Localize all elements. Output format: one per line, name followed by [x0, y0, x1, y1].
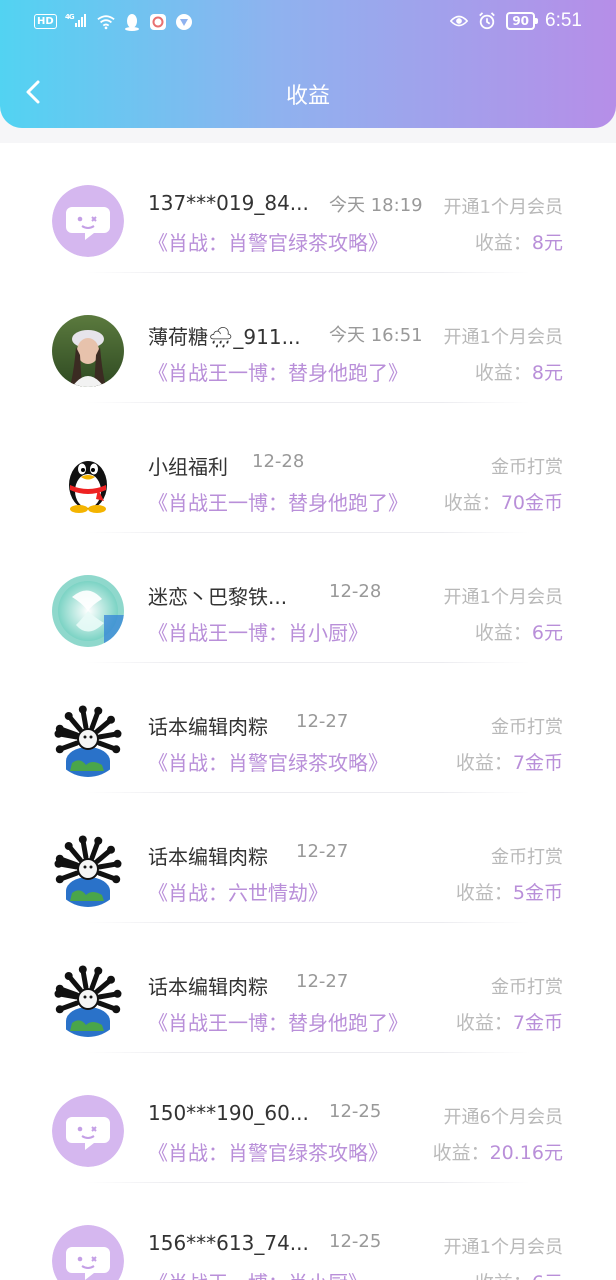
earning-amount: 收益：7金币	[456, 748, 563, 775]
alarm-icon	[478, 12, 496, 30]
avatar[interactable]	[52, 835, 124, 907]
earning-value: 70金币	[500, 492, 563, 514]
svg-text:4G: 4G	[65, 13, 75, 21]
user-name: 156***613_74...	[148, 1231, 309, 1255]
timestamp: 12-27	[296, 971, 349, 992]
user-name: 话本编辑肉粽	[148, 715, 268, 739]
battery-indicator: 90	[506, 12, 538, 30]
earning-type: 开通1个月会员	[443, 197, 563, 218]
clock: 6:51	[545, 10, 582, 31]
earning-amount: 收益：6元	[475, 618, 563, 645]
earning-row[interactable]: 薄荷糖🌧_911... 今天 16:51 开通1个月会员《肖战王一博：替身他跑了》 收…	[0, 273, 616, 403]
timestamp: 今天 16:51	[329, 325, 423, 346]
avatar[interactable]	[52, 575, 124, 647]
app-icon	[175, 13, 193, 31]
user-name: 137***019_84...	[148, 191, 309, 215]
signal-icon: 4G	[65, 12, 89, 31]
timestamp: 12-25	[329, 1101, 382, 1122]
earning-type: 开通1个月会员	[443, 1237, 563, 1258]
earning-value: 7金币	[512, 1012, 563, 1034]
earning-value: 8元	[531, 232, 563, 254]
page-title: 收益	[285, 84, 330, 109]
earning-amount: 收益：5金币	[456, 878, 563, 905]
earning-type: 开通1个月会员	[443, 587, 563, 608]
earning-row[interactable]: 迷恋丶巴黎铁... 12-28 开通1个月会员《肖战王一博：肖小厨》 收益：6元	[0, 533, 616, 663]
earning-row[interactable]: 150***190_60... 12-25 开通6个月会员《肖战：肖警官绿茶攻略》 收…	[0, 1053, 616, 1183]
earning-value: 20.16元	[489, 1142, 563, 1164]
earning-label: 收益：	[443, 492, 501, 514]
earning-row[interactable]: 话本编辑肉粽 12-27 金币打赏《肖战王一博：替身他跑了》 收益：7金币	[0, 923, 616, 1053]
story-title[interactable]: 《肖战：肖警官绿茶攻略》	[148, 1137, 388, 1166]
earning-label: 收益：	[474, 362, 532, 384]
earning-value: 6元	[532, 1272, 563, 1280]
status-bar: HD 4G 90 6:51	[0, 0, 616, 46]
earning-label: 收益：	[474, 232, 532, 254]
earning-label: 收益：	[475, 1272, 532, 1280]
earning-label: 收益：	[474, 622, 532, 644]
story-title[interactable]: 《肖战：六世情劫》	[148, 877, 328, 906]
earning-row[interactable]: 小组福利 12-28 金币打赏《肖战王一博：替身他跑了》 收益：70金币	[0, 403, 616, 533]
earning-row[interactable]: 137***019_84... 今天 18:19 开通1个月会员《肖战：肖警官绿茶攻…	[0, 143, 616, 273]
earning-row[interactable]: 话本编辑肉粽 12-27 金币打赏《肖战：六世情劫》 收益：5金币	[0, 793, 616, 923]
earning-type: 金币打赏	[491, 717, 563, 738]
user-name: 小组福利	[148, 455, 228, 479]
timestamp: 12-28	[252, 451, 305, 472]
eye-icon	[450, 12, 469, 30]
wifi-icon	[97, 13, 115, 31]
avatar[interactable]	[52, 705, 124, 777]
earning-type: 开通1个月会员	[443, 327, 563, 348]
earnings-list: 137***019_84... 今天 18:19 开通1个月会员 《肖战：肖警官绿茶攻…	[0, 143, 616, 1280]
earning-type: 开通6个月会员	[443, 1107, 563, 1128]
timestamp: 12-27	[296, 841, 349, 862]
avatar[interactable]	[52, 445, 124, 517]
earning-amount: 收益：8元	[475, 228, 563, 255]
avatar[interactable]	[52, 185, 124, 257]
earning-row[interactable]: 话本编辑肉粽 12-27 金币打赏《肖战：肖警官绿茶攻略》 收益：7金币	[0, 663, 616, 793]
story-title[interactable]: 《肖战：肖警官绿茶攻略》	[148, 747, 388, 776]
story-title[interactable]: 《肖战王一博：肖小厨》	[148, 617, 368, 646]
user-name: 150***190_60...	[148, 1101, 309, 1125]
user-name: 话本编辑肉粽	[148, 975, 268, 999]
earning-type: 金币打赏	[491, 977, 563, 998]
nav-bar: 收益	[0, 60, 616, 124]
story-title[interactable]: 《肖战王一博：肖小厨》	[148, 1267, 368, 1280]
story-title[interactable]: 《肖战王一博：替身他跑了》	[148, 357, 408, 386]
story-title[interactable]: 《肖战：肖警官绿茶攻略》	[148, 227, 388, 256]
earning-value: 6元	[531, 622, 563, 644]
user-name: 话本编辑肉粽	[148, 845, 268, 869]
timestamp: 12-27	[296, 711, 349, 732]
timestamp: 今天 18:19	[329, 195, 423, 216]
earning-label: 收益：	[455, 752, 513, 774]
earning-amount: 收益：7金币	[456, 1008, 563, 1035]
timestamp: 12-25	[329, 1231, 382, 1252]
earning-amount: 收益：70金币	[444, 488, 563, 515]
user-name: 迷恋丶巴黎铁...	[148, 585, 288, 609]
hd-badge: HD	[34, 14, 57, 29]
avatar[interactable]	[52, 965, 124, 1037]
earning-value: 8元	[531, 362, 563, 384]
avatar[interactable]	[52, 1095, 124, 1167]
earning-row[interactable]: 156***613_74... 12-25 开通1个月会员《肖战王一博：肖小厨》 收益…	[0, 1183, 616, 1280]
browser-icon	[149, 13, 167, 31]
earning-label: 收益：	[455, 882, 513, 904]
earning-label: 收益：	[455, 1012, 513, 1034]
qq-icon	[123, 13, 141, 31]
earning-amount: 收益：20.16元	[433, 1138, 563, 1165]
timestamp: 12-28	[329, 581, 382, 602]
earning-value: 7金币	[512, 752, 563, 774]
earning-type: 金币打赏	[491, 457, 563, 478]
avatar[interactable]	[52, 315, 124, 387]
earning-type: 金币打赏	[491, 847, 563, 868]
earning-amount: 收益：6元	[475, 1268, 563, 1280]
user-name: 薄荷糖🌧_911...	[148, 325, 301, 349]
story-title[interactable]: 《肖战王一博：替身他跑了》	[148, 487, 408, 516]
earning-amount: 收益：8元	[475, 358, 563, 385]
earning-label: 收益：	[432, 1142, 490, 1164]
story-title[interactable]: 《肖战王一博：替身他跑了》	[148, 1007, 408, 1036]
earning-value: 5金币	[512, 882, 563, 904]
avatar[interactable]	[52, 1225, 124, 1280]
header-bar: HD 4G 90 6:51 收益	[0, 0, 616, 128]
